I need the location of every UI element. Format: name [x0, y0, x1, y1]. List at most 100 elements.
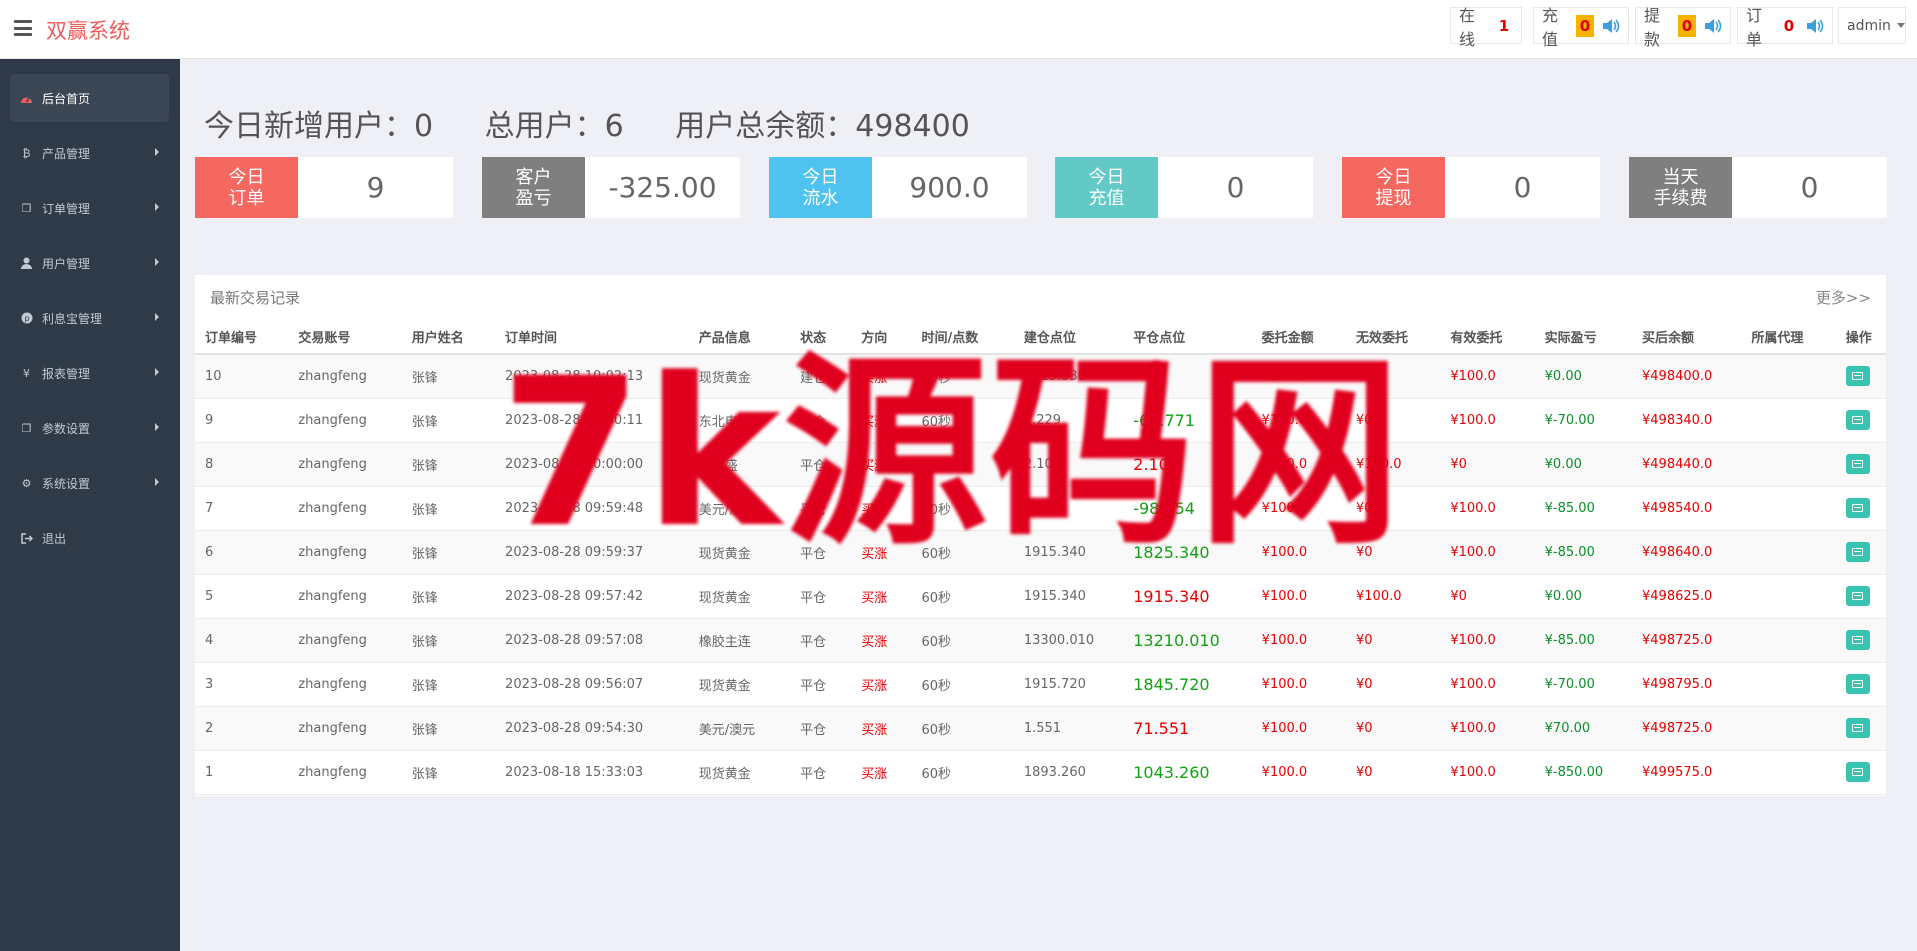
cell-period: 60秒 — [911, 662, 1014, 707]
new-users-label: 今日新增用户： — [204, 109, 414, 144]
cell-agent — [1741, 662, 1836, 707]
online-indicator[interactable]: 在线 1 — [1450, 6, 1522, 49]
sidebar-item-home[interactable]: 后台首页 — [10, 74, 169, 122]
cell-account: zhangfeng — [288, 706, 402, 751]
card-label-line: 提现 — [1375, 187, 1412, 209]
cell-period: 60秒 — [911, 574, 1014, 619]
cell-invalid: ¥100.0 — [1346, 574, 1441, 619]
cell-valid: ¥100.0 — [1440, 750, 1535, 795]
table-row: 4 zhangfeng 张锋 2023-08-28 09:57:08 橡胶主连 平仓 买涨 6… — [195, 618, 1886, 663]
cell-status: 平仓 — [790, 618, 852, 663]
cell-period: 60秒 — [911, 706, 1014, 751]
user-menu[interactable]: admin — [1838, 7, 1906, 44]
more-link[interactable]: 更多>> — [1816, 287, 1871, 308]
column-header: 买后余额 — [1632, 320, 1742, 355]
table-row: 1 zhangfeng 张锋 2023-08-18 15:33:03 现货黄金 平仓 买涨 6… — [195, 750, 1886, 795]
withdraw-indicator[interactable]: 提款 0 — [1635, 6, 1731, 49]
cell-close: 1845.720 — [1123, 662, 1252, 707]
sidebar-item-label: 报表管理 — [42, 366, 91, 381]
sidebar-item-reports[interactable]: ¥ 报表管理 — [10, 349, 169, 397]
cell-status: 平仓 — [790, 750, 852, 795]
sidebar-item-interest[interactable]: p 利息宝管理 — [10, 294, 169, 342]
cell-account: zhangfeng — [288, 442, 402, 487]
cell-dir: 买涨 — [851, 706, 912, 751]
card-label: 今日 流水 — [769, 157, 872, 218]
view-details-icon[interactable] — [1845, 366, 1870, 387]
recharge-indicator[interactable]: 充值 0 — [1533, 6, 1629, 49]
cell-valid: ¥100.0 — [1440, 662, 1535, 707]
card-label-line: 今日 — [228, 166, 265, 188]
order-indicator[interactable]: 订单 0 — [1737, 6, 1833, 49]
sidebar-item-params[interactable]: ❐ 参数设置 — [10, 404, 169, 452]
card-label-line: 当天 — [1662, 166, 1699, 188]
yen-icon: ¥ — [23, 366, 30, 380]
cell-id: 8 — [195, 442, 289, 487]
cell-agent — [1741, 442, 1836, 487]
speaker-icon[interactable] — [1704, 18, 1722, 34]
cell-account: zhangfeng — [288, 662, 402, 707]
sidebar-item-system[interactable]: ⚙ 系统设置 — [10, 459, 169, 507]
cell-valid: ¥100.0 — [1440, 706, 1535, 751]
column-header: 订单编号 — [195, 320, 289, 355]
sidebar-item-users[interactable]: 用户管理 — [10, 239, 169, 287]
cell-balance: ¥499575.0 — [1632, 750, 1742, 795]
user-icon — [20, 257, 33, 270]
column-header: 有效委托 — [1440, 320, 1535, 355]
view-details-icon[interactable] — [1845, 410, 1870, 430]
cell-agent — [1741, 618, 1836, 663]
cell-amount: ¥100.0 — [1251, 706, 1346, 751]
cell-actions — [1835, 618, 1886, 663]
chevron-right-icon — [155, 313, 159, 321]
column-header: 实际盈亏 — [1534, 320, 1632, 355]
sidebar-item-label: 用户管理 — [42, 256, 91, 271]
dashboard-icon — [20, 92, 33, 105]
cell-status: 平仓 — [790, 662, 852, 707]
cell-balance: ¥498625.0 — [1632, 574, 1742, 619]
cell-name: 张锋 — [401, 574, 496, 619]
sidebar-item-logout[interactable]: 退出 — [10, 514, 169, 562]
cell-time: 2023-08-28 09:57:42 — [495, 574, 689, 619]
cell-id: 9 — [195, 398, 289, 443]
stat-card-withdraw: 今日 提现 0 — [1342, 157, 1600, 218]
cell-time: 2023-08-28 09:56:07 — [495, 662, 689, 707]
cell-product: 现货黄金 — [688, 662, 791, 707]
card-label-line: 流水 — [802, 187, 839, 209]
cell-account: zhangfeng — [288, 486, 402, 531]
card-value: 900.0 — [909, 171, 990, 204]
cell-product: 橡胶主连 — [688, 618, 791, 663]
cell-agent — [1741, 530, 1836, 575]
balance-stat: 用户总余额：498400 — [675, 109, 970, 144]
cell-open: 1915.340 — [1013, 574, 1124, 619]
stat-card-recharge: 今日 充值 0 — [1055, 157, 1313, 218]
cell-pnl: ¥-85.00 — [1534, 530, 1632, 575]
card-label-line: 今日 — [1088, 166, 1125, 188]
view-details-icon[interactable] — [1845, 454, 1870, 474]
menu-toggle-icon[interactable] — [14, 20, 32, 36]
stat-card-turnover: 今日 流水 900.0 — [769, 157, 1027, 218]
stat-card-orders: 今日 订单 9 — [195, 157, 453, 218]
view-details-icon[interactable] — [1845, 498, 1870, 518]
speaker-icon[interactable] — [1602, 18, 1620, 34]
new-users-stat: 今日新增用户：0 — [204, 109, 433, 144]
top-bar: 双赢系统 在线 1 充值 0 提款 0 订单 0 admin — [0, 0, 1917, 59]
view-details-icon[interactable] — [1845, 586, 1870, 606]
view-details-icon[interactable] — [1845, 762, 1870, 782]
view-details-icon[interactable] — [1845, 718, 1870, 738]
sidebar-item-orders[interactable]: ❐ 订单管理 — [10, 184, 169, 232]
order-count: 0 — [1783, 16, 1795, 35]
cell-id: 1 — [195, 750, 289, 795]
online-count: 1 — [1498, 16, 1510, 35]
speaker-icon[interactable] — [1806, 18, 1824, 34]
view-details-icon[interactable] — [1845, 674, 1870, 694]
brand-title: 双赢系统 — [46, 19, 130, 43]
copy-icon: ❐ — [21, 421, 32, 435]
cell-close: 1915.340 — [1123, 574, 1252, 619]
cell-actions — [1835, 442, 1886, 487]
sidebar-item-products[interactable]: ₿ 产品管理 — [10, 129, 169, 177]
cell-agent — [1741, 750, 1836, 795]
view-details-icon[interactable] — [1845, 630, 1870, 650]
sidebar-item-label: 订单管理 — [42, 201, 91, 216]
view-details-icon[interactable] — [1845, 542, 1870, 562]
cell-balance: ¥498725.0 — [1632, 706, 1742, 751]
chevron-right-icon — [155, 478, 159, 486]
